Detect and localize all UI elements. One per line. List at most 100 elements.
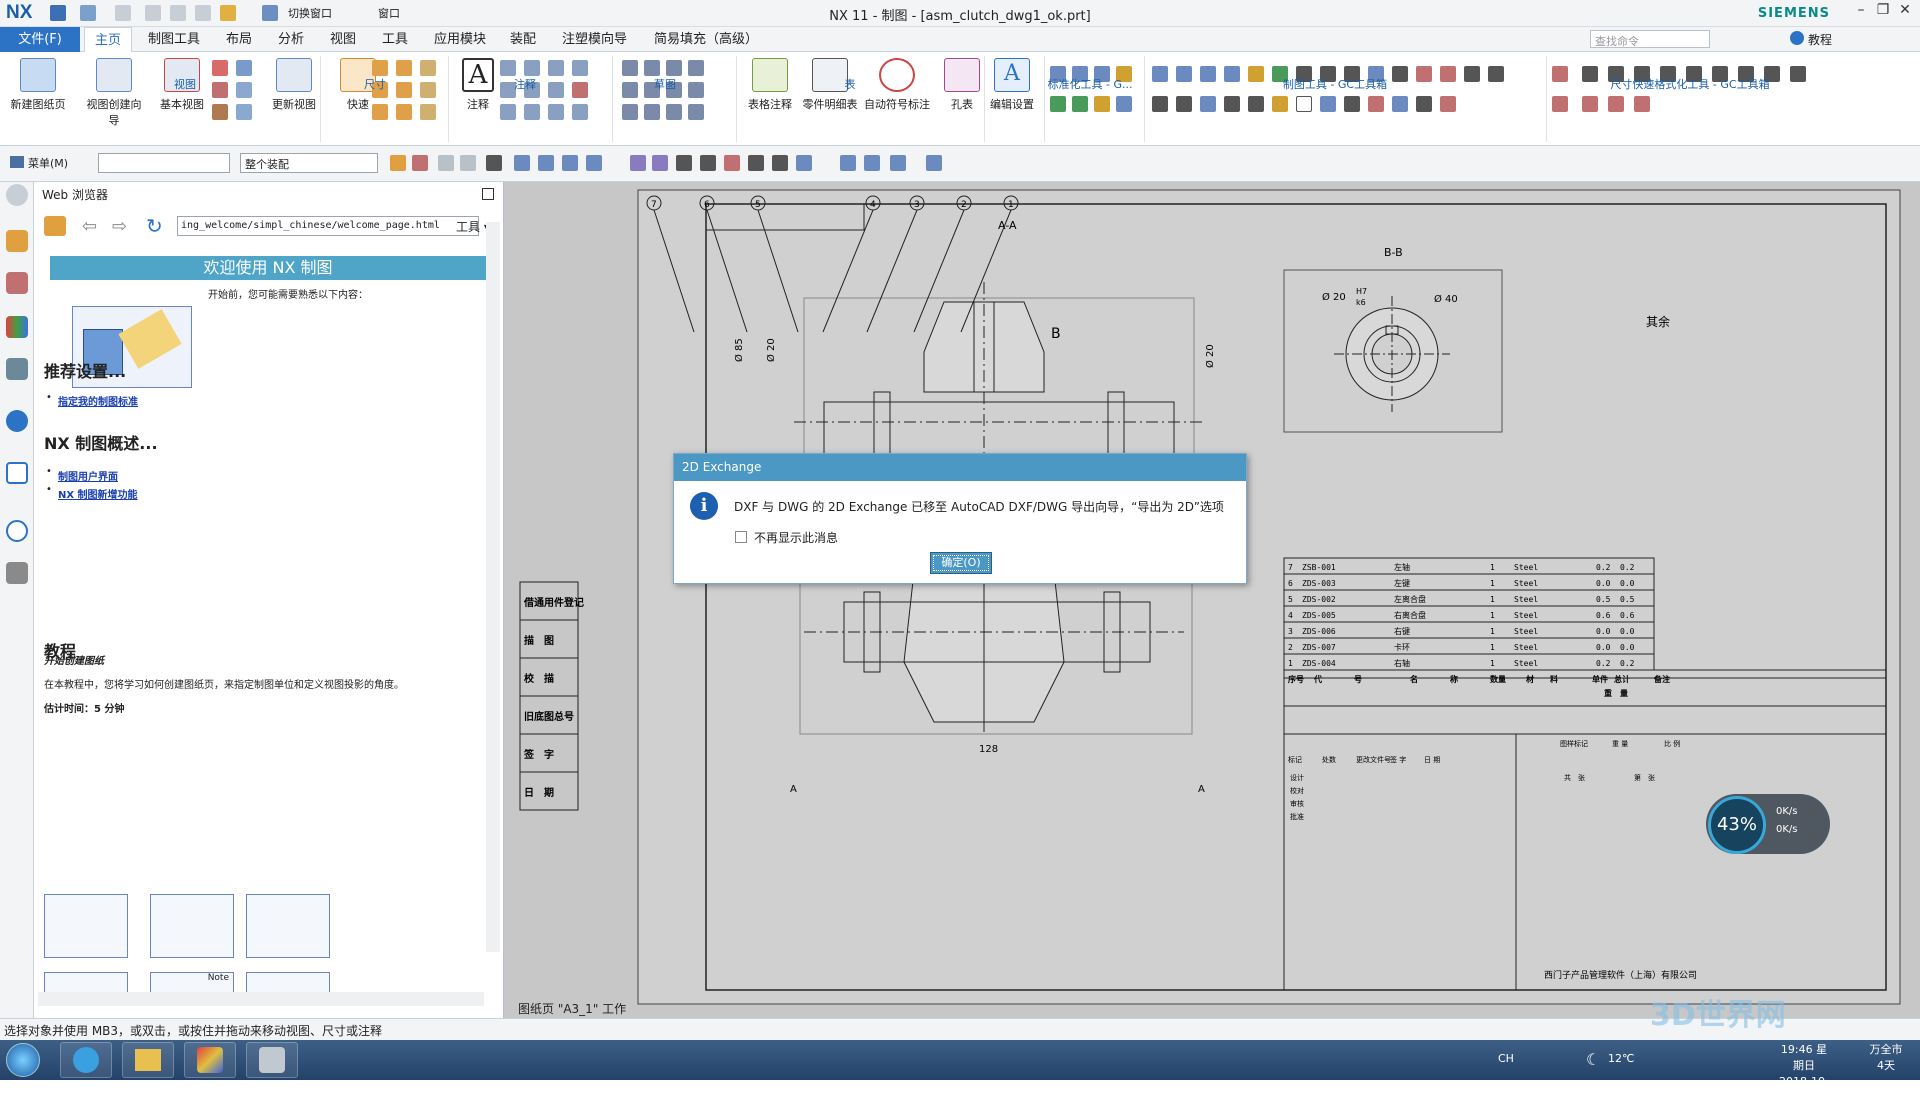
tutorial-thumb-1[interactable] — [44, 894, 128, 958]
touch-mode-icon[interactable] — [262, 5, 278, 21]
cut-icon[interactable] — [145, 5, 161, 21]
memory-percent-gauge[interactable]: 43% — [1708, 796, 1766, 854]
dont-show-checkbox[interactable] — [735, 531, 747, 543]
new-sheet-button[interactable]: 新建图纸页 — [6, 56, 70, 122]
save-icon[interactable] — [50, 5, 66, 21]
tab-easy-fill[interactable]: 简易填充（高级） — [644, 27, 768, 52]
clock[interactable]: 19:46 星期日 2018-10-28 — [1778, 1042, 1830, 1106]
settings-icon[interactable] — [6, 184, 28, 206]
assembly-navigator-icon[interactable] — [6, 272, 28, 294]
bom-cell: Steel — [1514, 627, 1538, 636]
minimize-icon[interactable]: – — [1850, 2, 1872, 22]
hd3d-tools-icon[interactable] — [6, 358, 28, 380]
dont-show-label[interactable]: 不再显示此消息 — [754, 529, 838, 546]
language-indicator[interactable]: CH — [1498, 1052, 1514, 1065]
close-icon[interactable]: ✕ — [1894, 2, 1916, 22]
tab-layout[interactable]: 布局 — [216, 27, 262, 52]
forward-icon[interactable]: ⇨ — [112, 216, 127, 237]
refresh-icon[interactable]: ↻ — [146, 214, 163, 238]
repeat-command-icon[interactable] — [220, 5, 236, 21]
drawing-sheet-svg[interactable]: A-A B 7 6 5 4 3 2 1 Ø 85 Ø 20 Ø 20 B-B Ø 20 H7… — [504, 182, 1920, 1018]
panel-horizontal-scrollbar[interactable] — [38, 992, 484, 1006]
panel-maximize-icon[interactable] — [482, 188, 494, 200]
bom-cell: 1 — [1490, 627, 1495, 636]
part-navigator-icon[interactable] — [6, 230, 28, 252]
undo-icon[interactable] — [80, 5, 96, 21]
snap-point-tools[interactable] — [390, 155, 970, 173]
history-icon[interactable] — [6, 520, 28, 542]
tab-assembly[interactable]: 装配 — [500, 27, 546, 52]
bom-cell: 0.0 — [1620, 579, 1635, 588]
link-whats-new[interactable]: NX 制图新增功能 — [58, 486, 138, 501]
tutorial-thumb-3[interactable] — [246, 894, 330, 958]
side-label: 签 字 — [523, 748, 554, 761]
web-browser-active-icon[interactable] — [6, 462, 28, 484]
bom-cell: 2 — [1288, 643, 1293, 652]
app-taskbar-icon[interactable] — [246, 1042, 298, 1078]
moon-icon[interactable]: ☾ — [1586, 1050, 1600, 1069]
rev-header: 日 期 — [1424, 756, 1440, 764]
copy-icon[interactable] — [170, 5, 186, 21]
bom-cell: ZDS-004 — [1302, 659, 1336, 668]
file-menu-tab[interactable]: 文件(F) — [0, 27, 80, 52]
web-browser-tab-icon[interactable] — [6, 410, 28, 432]
title-row-label: 校对 — [1290, 786, 1304, 795]
link-drafting-standard[interactable]: 指定我的制图标准 — [58, 393, 138, 408]
weather-city: 万全市 — [1869, 1043, 1903, 1056]
reuse-library-icon[interactable] — [6, 316, 28, 338]
panel-title: Web 浏览器 — [42, 188, 108, 202]
tutorial-subtitle[interactable]: 开始创建图纸 — [44, 652, 104, 667]
link-user-interface[interactable]: 制图用户界面 — [58, 468, 118, 483]
dim-phi20: Ø 20 — [765, 338, 777, 362]
paste-icon[interactable] — [195, 5, 211, 21]
tab-analysis[interactable]: 分析 — [268, 27, 314, 52]
restore-icon[interactable]: ❐ — [1872, 2, 1894, 22]
section-bb-label: B-B — [1384, 246, 1403, 259]
bom-cell: 1 — [1490, 643, 1495, 652]
switch-window-button[interactable]: 切换窗口 — [288, 5, 332, 21]
menu-icon[interactable] — [10, 156, 24, 168]
dim-phi20-h7k6: Ø 20 — [1322, 291, 1346, 303]
side-label: 旧底图总号 — [524, 710, 574, 723]
type-filter-select[interactable] — [98, 153, 230, 173]
weather-widget[interactable]: 万全市 4天 — [1866, 1042, 1906, 1074]
rev-header: 更改文件号 — [1356, 755, 1391, 764]
back-icon[interactable]: ⇦ — [82, 216, 97, 237]
bom-header-cell: 单件 — [1592, 674, 1608, 684]
stage-header: 比 例 — [1664, 739, 1680, 748]
tutorial-thumb-2[interactable] — [150, 894, 234, 958]
process-studio-icon[interactable] — [6, 562, 28, 584]
rev-header: 标记 — [1288, 755, 1302, 764]
panel-vertical-scrollbar[interactable] — [486, 222, 500, 952]
view-wizard-button[interactable]: 视图创建向导 — [82, 56, 146, 127]
table-note-button[interactable]: 表格注释 — [738, 56, 802, 122]
ie-taskbar-icon[interactable] — [60, 1042, 112, 1078]
clock-time: 19:46 星期日 — [1780, 1043, 1828, 1072]
edit-settings-button[interactable]: A 编辑设置 — [980, 56, 1044, 122]
tab-view[interactable]: 视图 — [320, 27, 366, 52]
tab-drafting-tools[interactable]: 制图工具 — [138, 27, 210, 52]
start-button[interactable] — [6, 1043, 40, 1077]
update-view-button[interactable]: 更新视图 — [262, 56, 326, 122]
selection-scope-select[interactable]: 整个装配 — [240, 153, 378, 173]
update-view-icon — [276, 58, 312, 92]
tab-application[interactable]: 应用模块 — [424, 27, 496, 52]
tutorial-button[interactable]: 教程 — [1808, 31, 1832, 48]
tab-tools[interactable]: 工具 — [372, 27, 418, 52]
command-search-input[interactable]: 查找命令 — [1590, 30, 1710, 48]
ok-button[interactable]: 确定(O) — [930, 552, 992, 574]
menu-button[interactable]: 菜单(M) — [28, 155, 68, 171]
nx-taskbar-icon[interactable] — [184, 1042, 236, 1078]
redo-icon[interactable] — [115, 5, 131, 21]
bom-cell: 0.0 — [1620, 643, 1635, 652]
url-input[interactable]: ing_welcome/simpl_chinese/welcome_page.h… — [177, 216, 479, 236]
tab-home[interactable]: 主页 — [84, 27, 133, 52]
bom-header-cell: 代 号 — [1313, 674, 1362, 684]
home-icon[interactable] — [44, 216, 66, 236]
tools-menu[interactable]: 工具 ▾ — [456, 218, 490, 235]
help-icon[interactable] — [1790, 31, 1804, 45]
window-menu-button[interactable]: 窗口 — [378, 5, 400, 21]
temperature[interactable]: 12℃ — [1608, 1052, 1634, 1065]
explorer-taskbar-icon[interactable] — [122, 1042, 174, 1078]
tab-mold-wizard[interactable]: 注塑模向导 — [552, 27, 637, 52]
